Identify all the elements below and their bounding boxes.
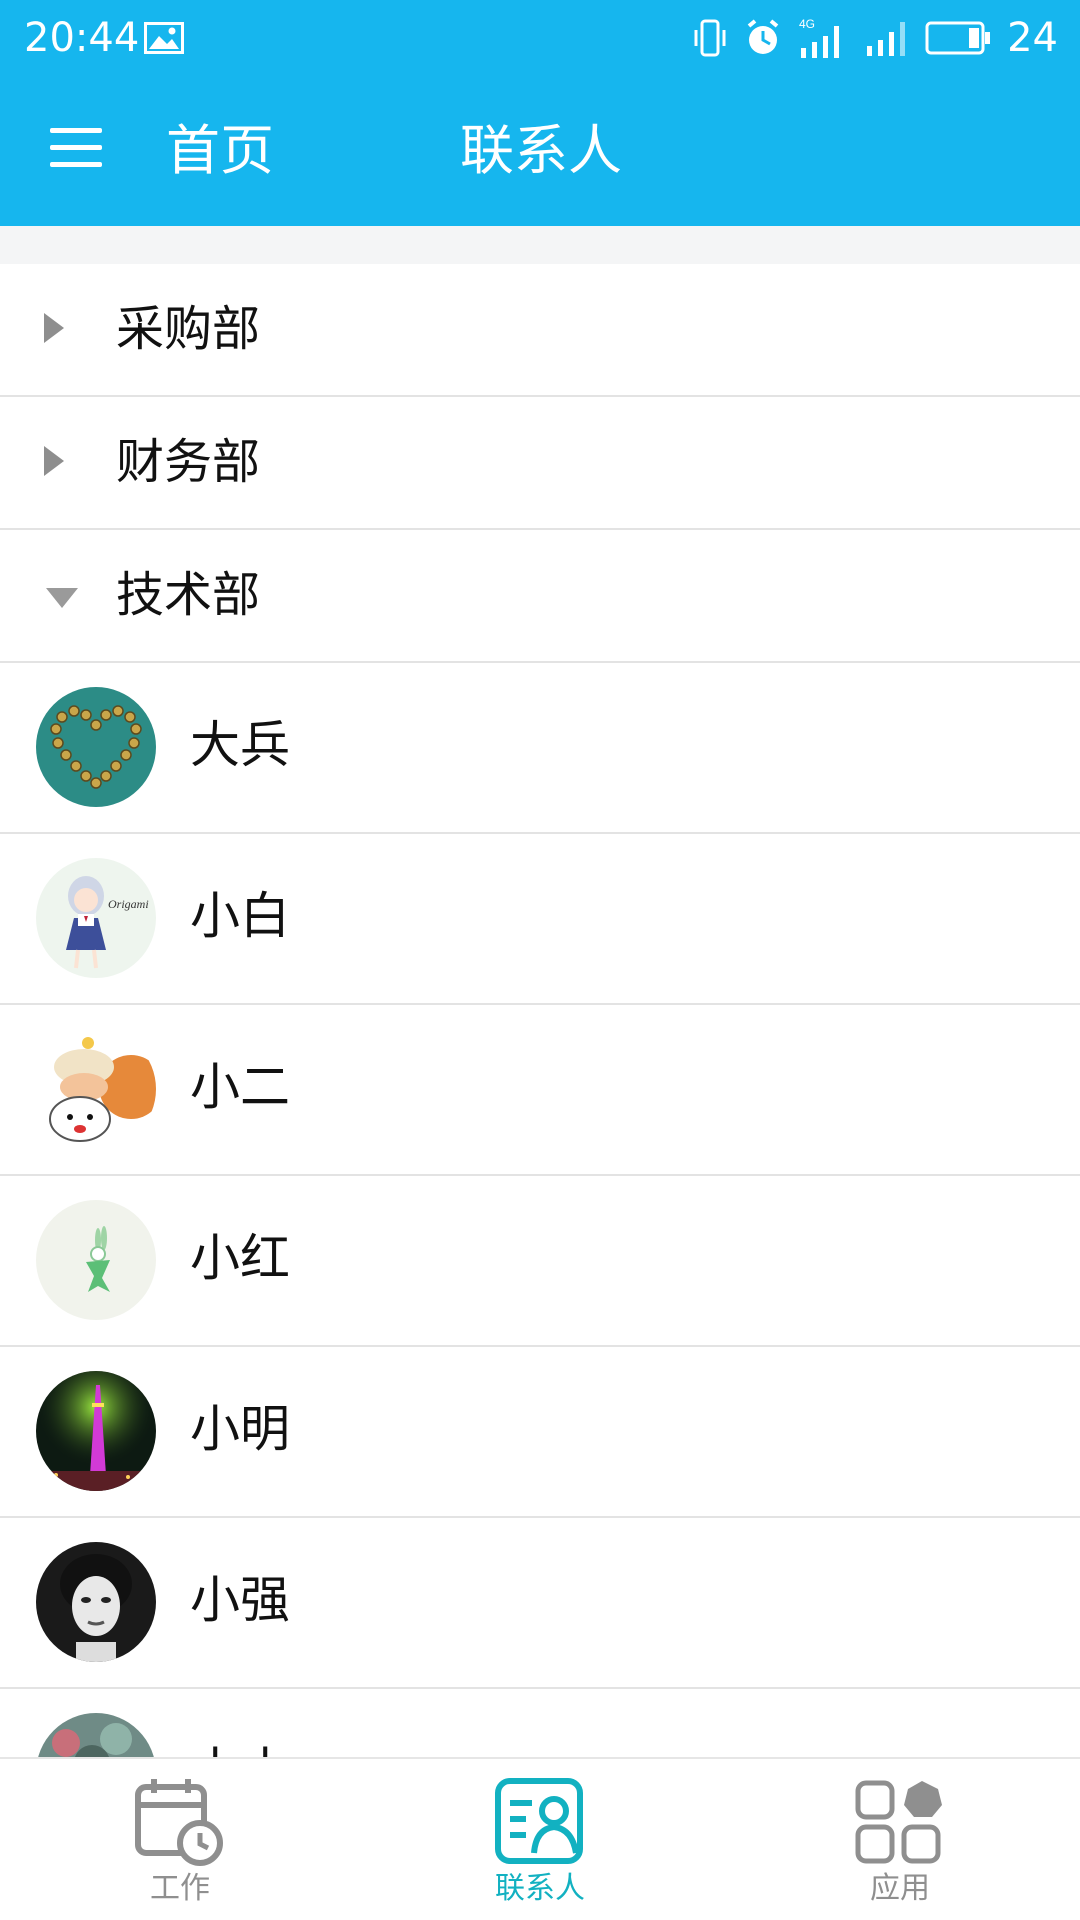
calendar-clock-icon: [135, 1779, 223, 1866]
contact-name: 小白: [190, 887, 290, 945]
bottom-nav: 工作 联系人 应用: [0, 1757, 1080, 1920]
tab-label: 联系人: [495, 1871, 585, 1906]
contact-row[interactable]: 小明: [0, 1347, 1080, 1518]
contact-row[interactable]: Origami 小白: [0, 834, 1080, 1005]
avatar: [36, 687, 156, 807]
avatar: [36, 1200, 156, 1320]
tab-label: 工作: [150, 1871, 210, 1906]
contact-name: 大兵: [190, 716, 290, 774]
avatar: [36, 1029, 156, 1149]
tab-label: 应用: [870, 1871, 930, 1906]
signal-4g-icon: 4G: [799, 17, 840, 58]
group-name: 财务部: [116, 434, 261, 490]
vibrate-icon: [694, 19, 726, 57]
home-link[interactable]: 首页: [166, 116, 274, 186]
expand-arrow-icon: [44, 446, 64, 476]
contact-name: 小红: [190, 1229, 290, 1287]
contact-row[interactable]: 小强: [0, 1518, 1080, 1689]
group-row-procurement[interactable]: 采购部: [0, 264, 1080, 397]
contact-row[interactable]: 大兵: [0, 663, 1080, 834]
battery-icon: [925, 21, 991, 55]
contact-row[interactable]: 小红: [0, 1176, 1080, 1347]
contacts-icon: [495, 1778, 583, 1864]
tab-work[interactable]: 工作: [0, 1759, 360, 1920]
apps-grid-icon: [855, 1780, 942, 1864]
collapse-arrow-icon: [46, 588, 78, 608]
contact-row[interactable]: 小二: [0, 1005, 1080, 1176]
contact-list: 采购部 财务部 技术部 大兵 Origami 小白 小二 小红 小明 小强: [0, 264, 1080, 1860]
avatar: Origami: [36, 858, 156, 978]
contacts-screen: 20:44 4G 24 首页 联系人 采购部 财务部 技术部 大兵 Origam…: [0, 0, 1080, 1920]
tab-contacts[interactable]: 联系人: [360, 1759, 720, 1920]
svg-text:Origami: Origami: [108, 897, 149, 911]
menu-icon[interactable]: [50, 128, 102, 168]
expand-arrow-icon: [44, 313, 64, 343]
group-row-tech[interactable]: 技术部: [0, 530, 1080, 663]
gallery-notification-icon: [144, 22, 184, 54]
battery-level: 24: [1007, 15, 1058, 61]
avatar: [36, 1371, 156, 1491]
contact-name: 小明: [190, 1400, 290, 1458]
contact-name: 小二: [190, 1058, 290, 1116]
avatar: [36, 1542, 156, 1662]
page-title: 联系人: [460, 119, 622, 182]
tab-apps[interactable]: 应用: [720, 1759, 1080, 1920]
group-row-finance[interactable]: 财务部: [0, 397, 1080, 530]
contact-name: 小强: [190, 1571, 290, 1629]
status-icons: 4G 24: [693, 12, 1058, 64]
status-time: 20:44: [24, 15, 140, 61]
signal-icon: [867, 22, 906, 56]
status-bar: 20:44 4G 24: [0, 0, 1080, 76]
app-bar: 首页 联系人: [0, 76, 1080, 226]
header-spacer: [0, 226, 1080, 264]
group-name: 技术部: [116, 567, 261, 623]
group-name: 采购部: [116, 301, 261, 357]
alarm-icon: [747, 19, 779, 54]
network-type-label: 4G: [799, 17, 815, 31]
